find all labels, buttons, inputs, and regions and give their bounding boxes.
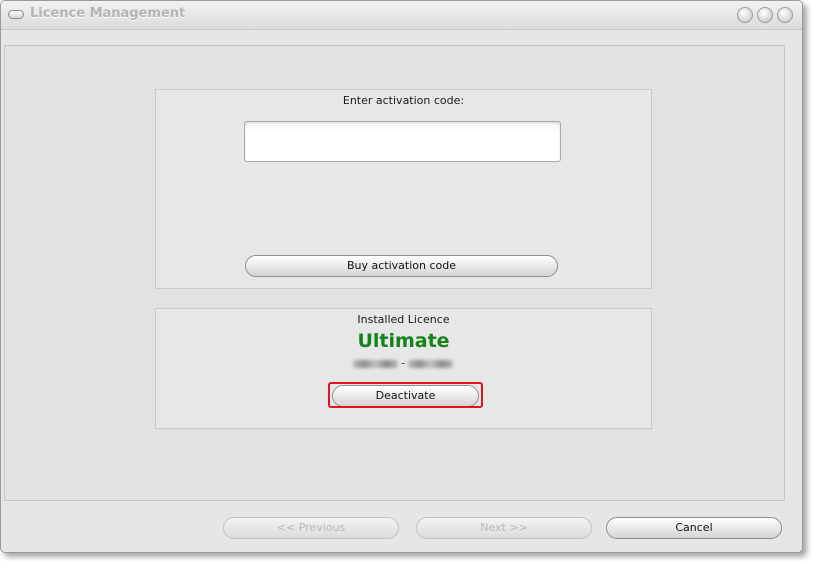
licence-name: Ultimate [357,330,450,352]
licence-code-redacted: - [353,356,453,370]
installed-licence-group: Installed Licence Ultimate - Deactivate [155,308,652,429]
licence-code-separator: - [401,356,406,370]
redacted-segment [408,360,453,368]
toolbar-toggle-icon[interactable] [8,10,24,19]
buy-activation-code-button[interactable]: Buy activation code [245,255,558,277]
minimize-button[interactable] [737,7,753,23]
close-button[interactable] [777,7,793,23]
licence-management-window: Licence Management Enter activation code… [0,0,803,553]
installed-licence-header: Installed Licence [357,313,450,326]
cancel-button[interactable]: Cancel [606,517,782,539]
previous-button[interactable]: << Previous [223,517,399,539]
window-title: Licence Management [30,6,186,21]
activation-group: Enter activation code: Buy activation co… [155,89,652,289]
activation-prompt: Enter activation code: [342,94,465,107]
content-panel: Enter activation code: Buy activation co… [4,45,785,501]
next-button[interactable]: Next >> [416,517,592,539]
deactivate-highlight-box [328,382,483,408]
title-bar[interactable]: Licence Management [1,1,802,30]
redacted-segment [353,360,398,368]
maximize-button[interactable] [757,7,773,23]
activation-code-input[interactable] [244,121,561,162]
